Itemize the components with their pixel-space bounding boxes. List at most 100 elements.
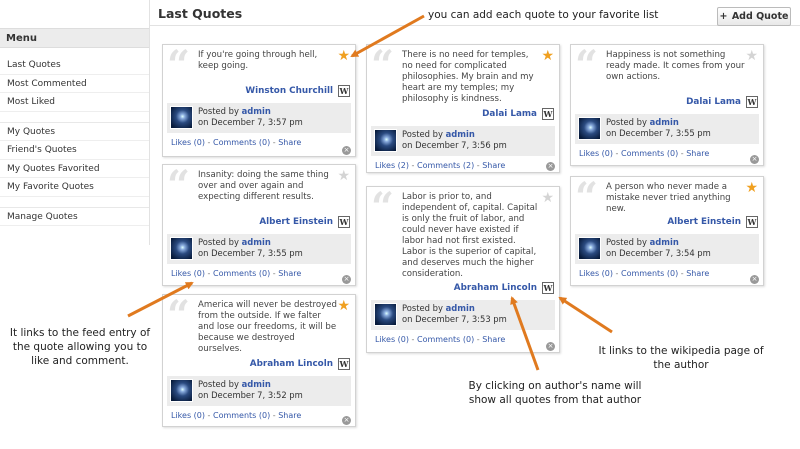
wikipedia-icon[interactable]: W xyxy=(542,282,554,294)
close-icon[interactable]: × xyxy=(546,162,555,171)
wikipedia-icon[interactable]: W xyxy=(338,216,350,228)
close-icon[interactable]: × xyxy=(342,275,351,284)
wikipedia-icon[interactable]: W xyxy=(746,216,758,228)
card-actions: Likes (0) - Comments (0) - Share xyxy=(171,269,301,278)
author-link[interactable]: Albert Einstein xyxy=(259,217,333,227)
likes-link[interactable]: Likes (2) xyxy=(375,161,409,170)
avatar xyxy=(578,237,601,260)
sidebar-item-friends-quotes[interactable]: Friend's Quotes xyxy=(0,141,149,160)
share-link[interactable]: Share xyxy=(686,149,709,158)
posted-by: Posted by admin on December 7, 3:52 pm xyxy=(198,379,303,401)
quote-text: America will never be destroyed from the… xyxy=(198,300,337,354)
likes-link[interactable]: Likes (0) xyxy=(171,138,205,147)
comments-link[interactable]: Comments (2) xyxy=(417,161,474,170)
close-icon[interactable]: × xyxy=(546,342,555,351)
share-link[interactable]: Share xyxy=(482,161,505,170)
card-actions: Likes (0) - Comments (0) - Share xyxy=(579,149,709,158)
quote-mark-icon: “ xyxy=(167,292,191,339)
share-link[interactable]: Share xyxy=(482,335,505,344)
share-link[interactable]: Share xyxy=(686,269,709,278)
close-icon[interactable]: × xyxy=(342,416,351,425)
add-quote-button[interactable]: + Add Quote xyxy=(717,7,791,26)
posted-by-label: Posted by xyxy=(402,129,443,139)
sidebar-item-most-commented[interactable]: Most Commented xyxy=(0,75,149,93)
likes-link[interactable]: Likes (0) xyxy=(579,149,613,158)
posted-by-user[interactable]: admin xyxy=(650,117,679,127)
posted-by-user[interactable]: admin xyxy=(650,237,679,247)
sidebar-item-my-quotes[interactable]: My Quotes xyxy=(0,123,149,141)
plus-icon: + xyxy=(719,11,728,22)
quote-card: “ Happiness is not something ready made.… xyxy=(570,44,764,166)
sidebar-item-my-favorite-quotes[interactable]: My Favorite Quotes xyxy=(0,178,149,197)
quote-card: “ If you're going through hell, keep goi… xyxy=(162,44,356,157)
author-link[interactable]: Winston Churchill xyxy=(245,86,333,96)
sidebar-item-most-liked[interactable]: Most Liked xyxy=(0,93,149,112)
post-date: on December 7, 3:55 pm xyxy=(198,248,303,258)
sidebar-item-my-quotes-favorited[interactable]: My Quotes Favorited xyxy=(0,160,149,178)
wikipedia-icon[interactable]: W xyxy=(338,85,350,97)
quote-card: “ Insanity: doing the same thing over an… xyxy=(162,164,356,286)
wikipedia-icon[interactable]: W xyxy=(338,358,350,370)
comments-link[interactable]: Comments (0) xyxy=(213,411,270,420)
author-link[interactable]: Abraham Lincoln xyxy=(250,359,333,369)
add-quote-label: Add Quote xyxy=(731,11,789,22)
avatar xyxy=(374,303,397,326)
quote-text: Labor is prior to, and independent of, c… xyxy=(402,192,538,279)
comments-link[interactable]: Comments (0) xyxy=(621,269,678,278)
quote-card: “ A person who never made a mistake neve… xyxy=(570,176,764,286)
avatar xyxy=(170,379,193,402)
sidebar-item-last-quotes[interactable]: Last Quotes xyxy=(0,56,149,75)
favorite-star-icon[interactable]: ★ xyxy=(541,49,554,63)
author-link[interactable]: Albert Einstein xyxy=(667,217,741,227)
favorite-star-icon[interactable]: ★ xyxy=(337,299,350,313)
comments-link[interactable]: Comments (0) xyxy=(213,269,270,278)
quote-text: A person who never made a mistake never … xyxy=(606,182,731,214)
note-favorite: you can add each quote to your favorite … xyxy=(428,9,659,21)
quote-mark-icon: “ xyxy=(575,174,599,221)
comments-link[interactable]: Comments (0) xyxy=(417,335,474,344)
posted-by-user[interactable]: admin xyxy=(446,303,475,313)
posted-by: Posted by admin on December 7, 3:54 pm xyxy=(606,237,711,259)
author-link[interactable]: Dalai Lama xyxy=(686,97,741,107)
wikipedia-icon[interactable]: W xyxy=(746,96,758,108)
posted-by-label: Posted by xyxy=(402,303,443,313)
quote-text: Happiness is not something ready made. I… xyxy=(606,50,745,82)
likes-link[interactable]: Likes (0) xyxy=(171,411,205,420)
likes-link[interactable]: Likes (0) xyxy=(171,269,205,278)
close-icon[interactable]: × xyxy=(750,275,759,284)
arrow-wiki xyxy=(558,296,613,334)
comments-link[interactable]: Comments (0) xyxy=(213,138,270,147)
avatar xyxy=(374,129,397,152)
posted-by-user[interactable]: admin xyxy=(242,106,271,116)
share-link[interactable]: Share xyxy=(278,138,301,147)
sidebar: Menu Last Quotes Most Commented Most Lik… xyxy=(0,0,150,245)
comments-link[interactable]: Comments (0) xyxy=(621,149,678,158)
sidebar-item-manage-quotes[interactable]: Manage Quotes xyxy=(0,208,149,226)
post-date: on December 7, 3:55 pm xyxy=(606,128,711,138)
posted-by-user[interactable]: admin xyxy=(242,379,271,389)
favorite-star-icon[interactable]: ★ xyxy=(541,191,554,205)
share-link[interactable]: Share xyxy=(278,411,301,420)
favorite-star-icon[interactable]: ★ xyxy=(337,49,350,63)
post-info: Posted by admin on December 7, 3:56 pm xyxy=(371,126,555,156)
share-link[interactable]: Share xyxy=(278,269,301,278)
posted-by-user[interactable]: admin xyxy=(242,237,271,247)
close-icon[interactable]: × xyxy=(750,155,759,164)
favorite-star-icon[interactable]: ★ xyxy=(745,181,758,195)
quote-card: “ Labor is prior to, and independent of,… xyxy=(366,186,560,353)
posted-by-label: Posted by xyxy=(606,117,647,127)
author-link[interactable]: Abraham Lincoln xyxy=(454,283,537,293)
favorite-star-icon[interactable]: ★ xyxy=(337,169,350,183)
likes-link[interactable]: Likes (0) xyxy=(375,335,409,344)
posted-by-label: Posted by xyxy=(198,379,239,389)
wikipedia-icon[interactable]: W xyxy=(542,108,554,120)
close-icon[interactable]: × xyxy=(342,146,351,155)
quote-card: “ There is no need for temples, no need … xyxy=(366,44,560,173)
card-actions: Likes (0) - Comments (0) - Share xyxy=(375,335,505,344)
posted-by-user[interactable]: admin xyxy=(446,129,475,139)
author-link[interactable]: Dalai Lama xyxy=(482,109,537,119)
likes-link[interactable]: Likes (0) xyxy=(579,269,613,278)
post-info: Posted by admin on December 7, 3:55 pm xyxy=(575,114,759,144)
sep: - xyxy=(613,269,621,278)
favorite-star-icon[interactable]: ★ xyxy=(745,49,758,63)
